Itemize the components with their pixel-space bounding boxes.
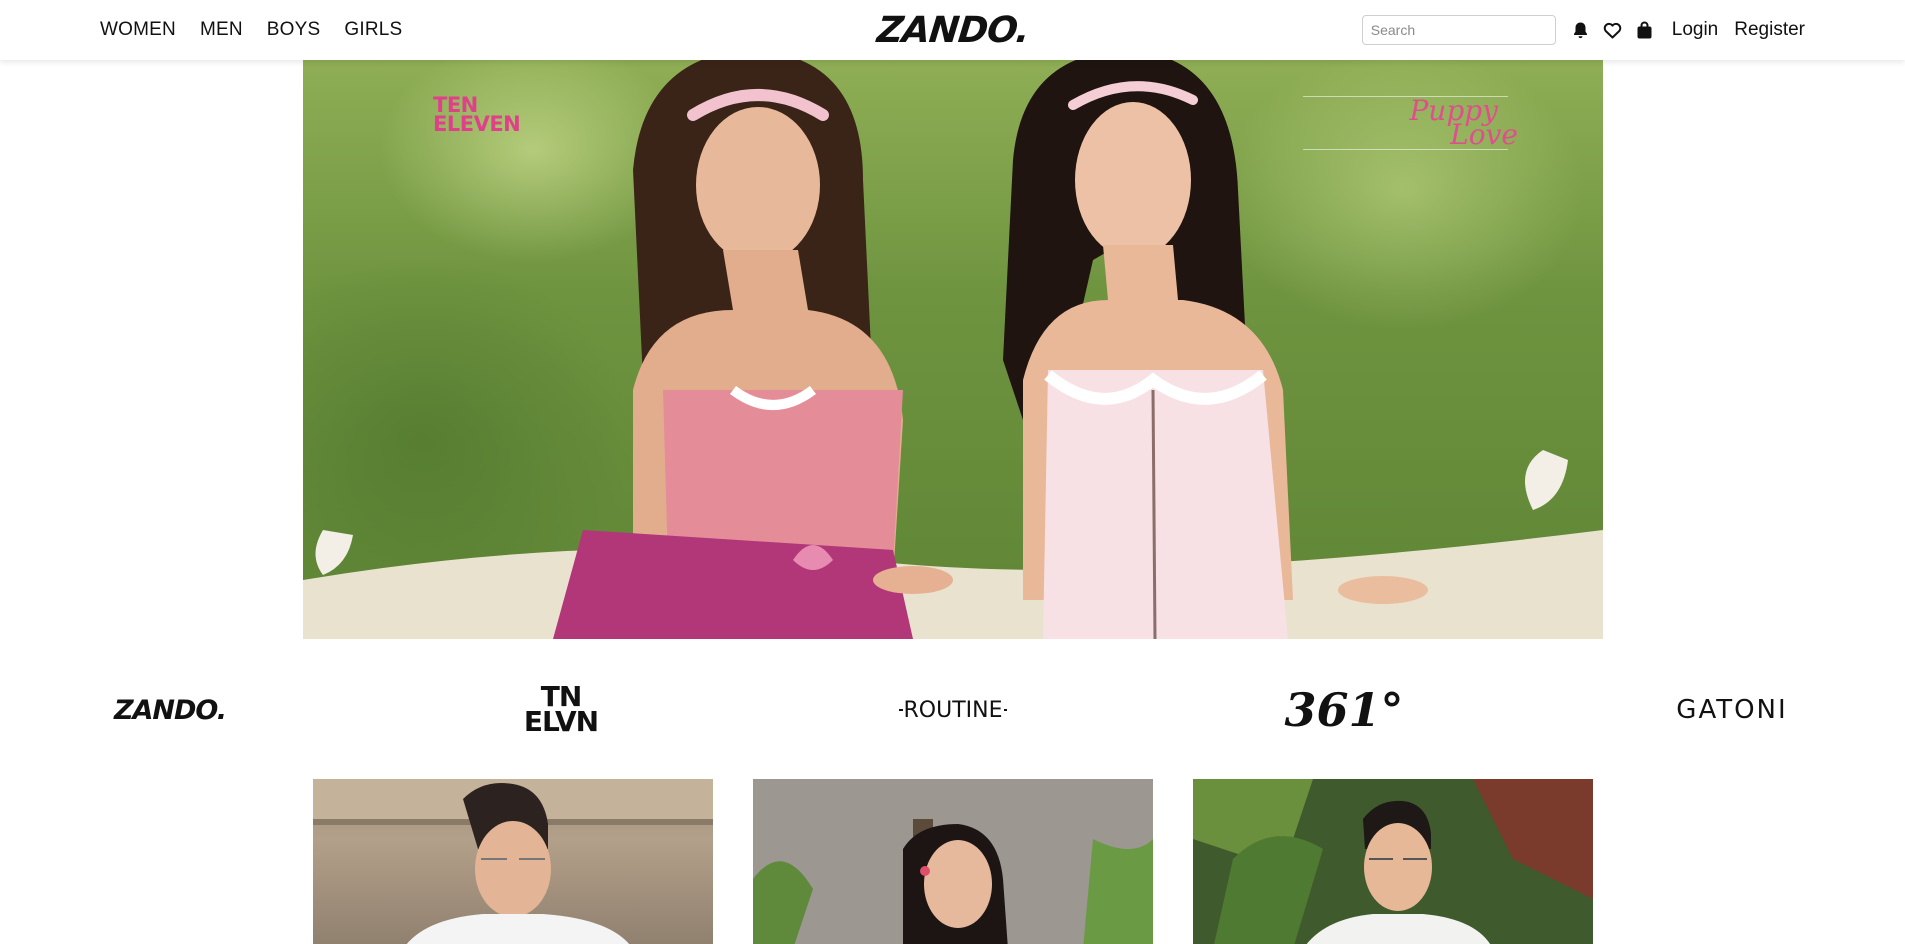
hero-collection-title: Puppy Love [1303, 96, 1518, 150]
brand-gatoni[interactable]: GATONI [1672, 670, 1792, 750]
main-nav: WOMEN MEN BOYS GIRLS [100, 0, 402, 60]
brand-zando[interactable]: ZANDO. [100, 670, 240, 750]
nav-women[interactable]: WOMEN [100, 19, 176, 41]
brand-routine[interactable]: ROUTINE [898, 670, 1008, 750]
register-link[interactable]: Register [1734, 19, 1805, 41]
header-actions: Login Register [1361, 0, 1805, 60]
brand-tnelvn-line2: ELVN [523, 705, 599, 738]
product-card-image [753, 779, 1153, 944]
hero-banner[interactable]: TEN ELEVEN Puppy Love [303, 60, 1603, 639]
brand-361[interactable]: 361° [1284, 670, 1403, 750]
product-card-image [313, 779, 713, 944]
nav-boys[interactable]: BOYS [267, 19, 321, 41]
heart-icon[interactable] [1602, 19, 1624, 41]
brand-strip: ZANDO. TN ELVN ROUTINE 361° GATONI [0, 670, 1905, 750]
hero-collection-line2: Love [1450, 118, 1518, 151]
hero-brand-ten-eleven: TEN ELEVEN [433, 95, 529, 136]
nav-men[interactable]: MEN [200, 19, 243, 41]
shopping-bag-icon[interactable] [1634, 19, 1656, 41]
site-header: WOMEN MEN BOYS GIRLS ZANDO. Login Regist… [0, 0, 1905, 60]
product-card[interactable] [1193, 779, 1593, 944]
product-card[interactable] [753, 779, 1153, 944]
brand-tnelvn[interactable]: TN ELVN [500, 670, 622, 750]
nav-girls[interactable]: GIRLS [344, 19, 402, 41]
product-card-image [1193, 779, 1593, 944]
hero-brand-left-line2: ELEVEN [433, 111, 521, 136]
search-input[interactable] [1361, 15, 1556, 45]
product-card[interactable] [313, 779, 713, 944]
bell-icon[interactable] [1570, 19, 1592, 41]
site-logo[interactable]: ZANDO. [875, 8, 1031, 52]
login-link[interactable]: Login [1672, 19, 1719, 41]
